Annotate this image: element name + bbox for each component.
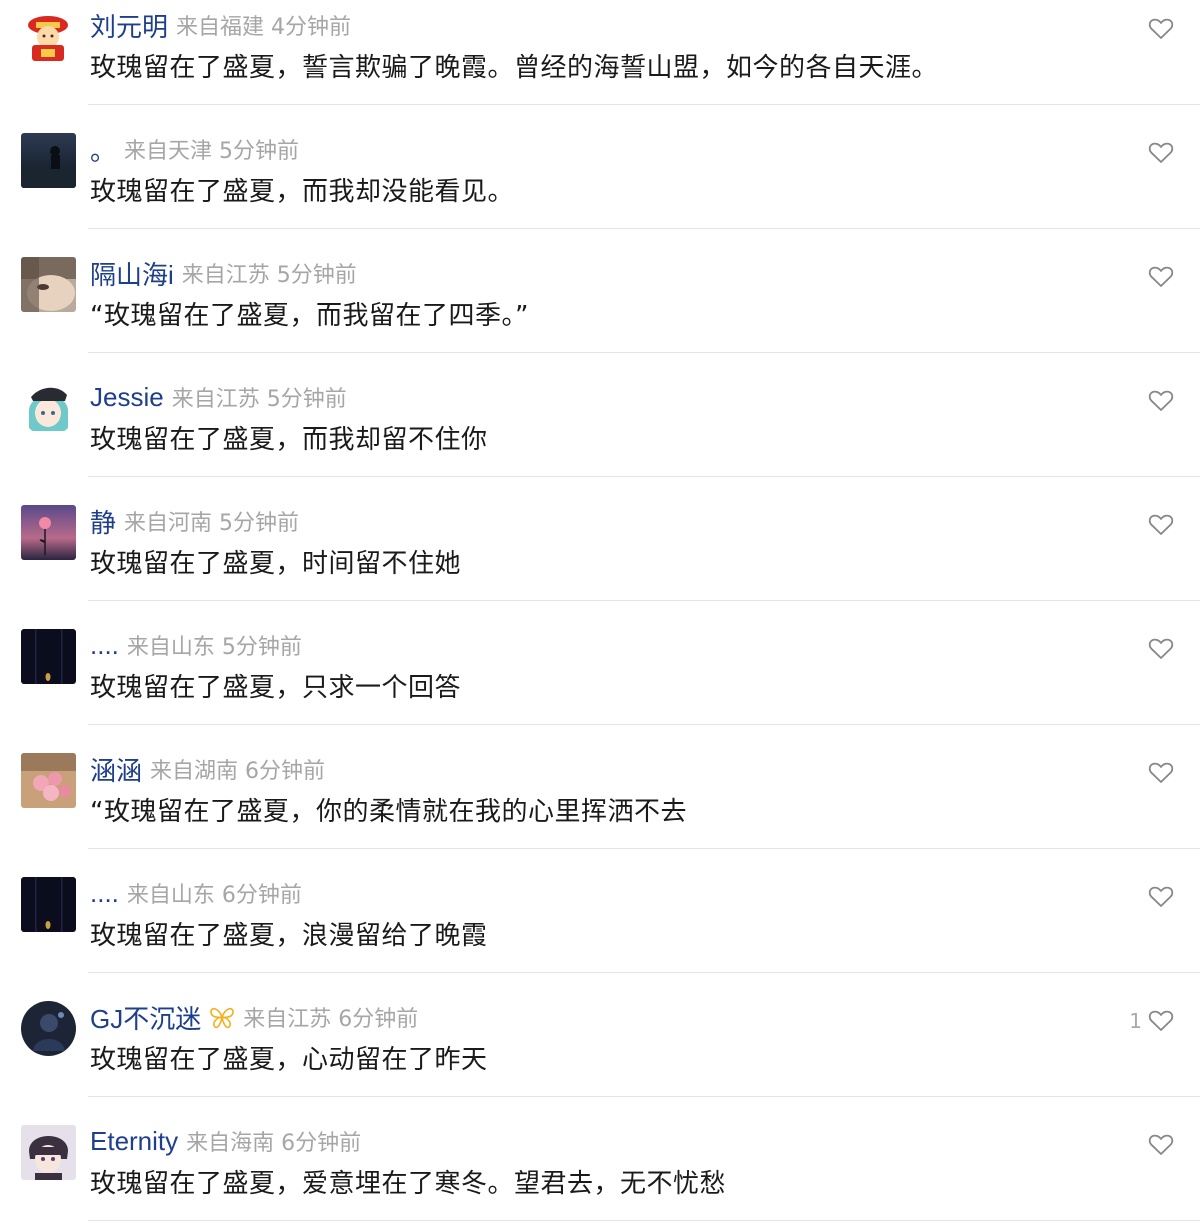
comment-text: 玫瑰留在了盛夏，而我却没能看见。 — [90, 177, 515, 207]
avatar[interactable] — [21, 1001, 76, 1056]
heart-icon — [1148, 1134, 1174, 1155]
comment-source-time: 来自湖南 6分钟前 — [150, 759, 326, 784]
like-button[interactable] — [1142, 758, 1174, 788]
like-button[interactable] — [1142, 262, 1174, 292]
heart-icon — [1148, 266, 1174, 287]
username[interactable]: Eternity — [90, 1126, 178, 1157]
username[interactable]: 隔山海i — [90, 255, 174, 292]
comment-item: 。 来自天津 5分钟前 玫瑰留在了盛夏，而我却没能看见。 — [0, 105, 1200, 229]
heart-icon — [1148, 142, 1174, 163]
avatar-image — [21, 629, 76, 684]
avatar-image — [21, 1001, 76, 1056]
avatar[interactable] — [21, 877, 76, 932]
comment-meta: Eternity 来自海南 6分钟前 — [90, 1123, 361, 1159]
comment-source-time: 来自江苏 6分钟前 — [243, 1007, 419, 1032]
avatar[interactable] — [21, 381, 76, 436]
butterfly-badge-icon — [210, 1007, 235, 1029]
comment-text: 玫瑰留在了盛夏，时间留不住她 — [90, 549, 462, 579]
avatar[interactable] — [21, 505, 76, 560]
comment-source-time: 来自福建 4分钟前 — [176, 15, 352, 40]
comment-source-time: 来自天津 5分钟前 — [124, 139, 300, 164]
avatar-image — [21, 257, 76, 312]
comment-item: .... 来自山东 6分钟前 玫瑰留在了盛夏，浪漫留给了晚霞 — [0, 849, 1200, 973]
like-button[interactable] — [1142, 882, 1174, 912]
username[interactable]: GJ不沉迷 — [90, 999, 201, 1036]
like-button[interactable] — [1142, 138, 1174, 168]
avatar-image — [21, 9, 76, 64]
username[interactable]: 静 — [90, 503, 116, 540]
username[interactable]: Jessie — [90, 382, 164, 413]
comment-list: 刘元明 来自福建 4分钟前 玫瑰留在了盛夏，誓言欺骗了晚霞。曾经的海誓山盟，如今… — [0, 0, 1200, 1221]
heart-icon — [1148, 1010, 1174, 1031]
comment-source-time: 来自山东 6分钟前 — [126, 883, 302, 908]
username[interactable]: .... — [90, 630, 119, 661]
comment-item: GJ不沉迷 来自江苏 6分钟前 玫瑰留在了盛夏，心动留在了昨天 1 — [0, 973, 1200, 1097]
heart-icon — [1148, 18, 1174, 39]
divider — [88, 1220, 1200, 1221]
heart-icon — [1148, 638, 1174, 659]
username[interactable]: 刘元明 — [90, 7, 168, 44]
comment-text: 玫瑰留在了盛夏，浪漫留给了晚霞 — [90, 921, 488, 951]
like-button[interactable] — [1142, 386, 1174, 416]
comment-text: 玫瑰留在了盛夏，心动留在了昨天 — [90, 1045, 488, 1075]
comment-text: “玫瑰留在了盛夏，而我留在了四季。” — [90, 301, 529, 331]
comment-text: 玫瑰留在了盛夏，而我却留不住你 — [90, 425, 488, 455]
avatar[interactable] — [21, 133, 76, 188]
like-button[interactable] — [1142, 1130, 1174, 1160]
username[interactable]: 。 — [90, 131, 116, 168]
comment-meta: 静 来自河南 5分钟前 — [90, 503, 299, 539]
comment-meta: GJ不沉迷 来自江苏 6分钟前 — [90, 999, 418, 1035]
avatar[interactable] — [21, 1125, 76, 1180]
comment-meta: 。 来自天津 5分钟前 — [90, 131, 299, 167]
comment-meta: Jessie 来自江苏 5分钟前 — [90, 379, 347, 415]
like-button[interactable] — [1142, 14, 1174, 44]
heart-icon — [1148, 762, 1174, 783]
like-button[interactable] — [1142, 634, 1174, 664]
comment-source-time: 来自江苏 5分钟前 — [171, 387, 347, 412]
avatar-image — [21, 753, 76, 808]
comment-meta: 涵涵 来自湖南 6分钟前 — [90, 751, 325, 787]
avatar-image — [21, 133, 76, 188]
avatar-image — [21, 877, 76, 932]
comment-meta: 刘元明 来自福建 4分钟前 — [90, 7, 351, 43]
comment-source-time: 来自山东 5分钟前 — [126, 635, 302, 660]
like-button[interactable]: 1 — [1129, 1006, 1174, 1036]
avatar[interactable] — [21, 257, 76, 312]
comment-meta: .... 来自山东 5分钟前 — [90, 627, 302, 663]
comment-item: 刘元明 来自福建 4分钟前 玫瑰留在了盛夏，誓言欺骗了晚霞。曾经的海誓山盟，如今… — [0, 0, 1200, 105]
heart-icon — [1148, 514, 1174, 535]
comment-source-time: 来自江苏 5分钟前 — [181, 263, 357, 288]
comment-text: 玫瑰留在了盛夏，爱意埋在了寒冬。望君去，无不忧愁 — [90, 1169, 727, 1199]
username[interactable]: 涵涵 — [90, 751, 142, 788]
avatar-image — [21, 505, 76, 560]
comment-text: “玫瑰留在了盛夏，你的柔情就在我的心里挥洒不去 — [90, 797, 687, 827]
heart-icon — [1148, 390, 1174, 411]
comment-item: 隔山海i 来自江苏 5分钟前 “玫瑰留在了盛夏，而我留在了四季。” — [0, 229, 1200, 353]
comment-item: Eternity 来自海南 6分钟前 玫瑰留在了盛夏，爱意埋在了寒冬。望君去，无… — [0, 1097, 1200, 1221]
comment-meta: 隔山海i 来自江苏 5分钟前 — [90, 255, 357, 291]
username[interactable]: .... — [90, 878, 119, 909]
comment-text: 玫瑰留在了盛夏，誓言欺骗了晚霞。曾经的海誓山盟，如今的各自天涯。 — [90, 53, 939, 83]
like-button[interactable] — [1142, 510, 1174, 540]
comment-meta: .... 来自山东 6分钟前 — [90, 875, 302, 911]
comment-item: Jessie 来自江苏 5分钟前 玫瑰留在了盛夏，而我却留不住你 — [0, 353, 1200, 477]
avatar[interactable] — [21, 629, 76, 684]
like-count: 1 — [1129, 1009, 1142, 1033]
comment-text: 玫瑰留在了盛夏，只求一个回答 — [90, 673, 462, 703]
comment-item: 涵涵 来自湖南 6分钟前 “玫瑰留在了盛夏，你的柔情就在我的心里挥洒不去 — [0, 725, 1200, 849]
comment-source-time: 来自河南 5分钟前 — [124, 511, 300, 536]
comment-item: 静 来自河南 5分钟前 玫瑰留在了盛夏，时间留不住她 — [0, 477, 1200, 601]
avatar[interactable] — [21, 753, 76, 808]
avatar-image — [21, 1125, 76, 1180]
avatar[interactable] — [21, 9, 76, 64]
heart-icon — [1148, 886, 1174, 907]
comment-source-time: 来自海南 6分钟前 — [186, 1131, 362, 1156]
avatar-image — [21, 381, 76, 436]
comment-item: .... 来自山东 5分钟前 玫瑰留在了盛夏，只求一个回答 — [0, 601, 1200, 725]
